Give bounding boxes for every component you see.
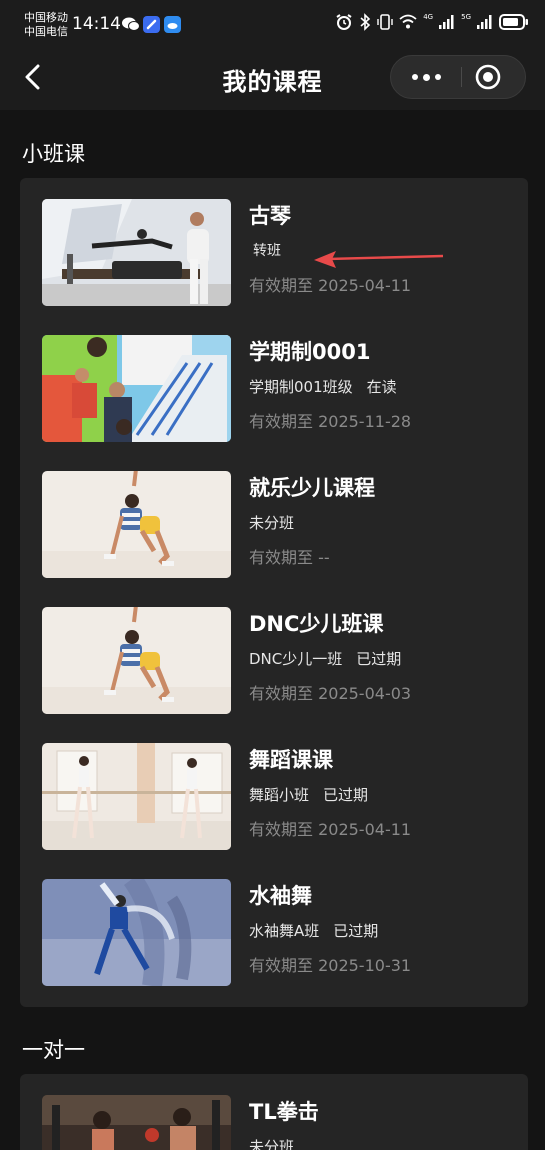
more-icon-dot [434,74,441,80]
course-class: 舞蹈小班 已过期 [249,784,368,805]
course-thumbnail [42,335,231,442]
course-expiry: 有效期至 -- [249,548,330,567]
course-expiry: 有效期至 2025-04-03 [249,684,412,703]
course-class: 水袖舞A班 已过期 [249,920,378,941]
carrier-labels: 中国移动 中国电信 [24,11,68,39]
class-name: 未分班 [249,1138,295,1150]
signal-1-icon [439,15,454,29]
class-name: 未分班 [249,514,295,532]
wifi-icon [399,14,417,29]
course-item[interactable]: 古琴 转班 有效期至 2025-04-11 [20,199,528,335]
class-name: DNC少儿一班 [249,650,343,668]
course-name: 舞蹈课课 [249,748,333,772]
carrier-1: 中国移动 [24,11,68,24]
course-thumbnail [42,1095,231,1150]
vibrate-icon [377,14,393,30]
class-name: 水袖舞A班 [249,922,320,940]
course-name: TL拳击 [249,1100,319,1124]
course-class: 未分班 [249,512,294,533]
course-expiry: 有效期至 2025-10-31 [249,956,412,975]
more-icon-dot [422,73,430,81]
battery-icon [499,14,528,30]
mini-program-capsule [390,55,526,99]
course-item[interactable]: 就乐少儿课程 未分班 有效期至 -- [20,471,528,607]
course-name: 学期制0001 [249,340,371,364]
alarm-icon [336,14,352,30]
signal-2-icon [477,15,492,29]
course-class: DNC少儿一班 已过期 [249,648,401,669]
course-item[interactable]: 学期制0001 学期制001班级 在读 有效期至 2025-11-28 [20,335,528,471]
course-class: 转班 [249,240,281,260]
course-status: 已过期 [356,650,402,668]
class-name: 舞蹈小班 [249,786,310,804]
course-expiry: 有效期至 2025-04-11 [249,276,412,295]
course-item[interactable]: 舞蹈课课 舞蹈小班 已过期 有效期至 2025-04-11 [20,743,528,879]
app-blue-icon [143,16,160,33]
one-on-one-card: TL拳击 未分班 [20,1074,528,1150]
section-title-small-class: 小班课 [22,142,85,166]
course-name: 水袖舞 [249,884,312,908]
course-thumbnail [42,743,231,850]
course-item[interactable]: 水袖舞 水袖舞A班 已过期 有效期至 2025-10-31 [20,879,528,1015]
course-expiry: 有效期至 2025-11-28 [249,412,412,431]
section-title-one-on-one: 一对一 [22,1038,85,1062]
nav-bar: 我的课程 [0,48,545,110]
class-name: 学期制001班级 [249,378,353,396]
course-thumbnail [42,199,231,306]
course-thumbnail [42,879,231,986]
class-name: 转班 [253,243,281,259]
net-label-2: 5G [461,12,471,21]
course-status: 在读 [366,378,397,396]
small-class-card: 古琴 转班 有效期至 2025-04-11 学期制0001 学期制001班级 在… [20,178,528,1007]
status-bar: 中国移动 中国电信 14:14 4G 5G [0,0,545,48]
course-status: 已过期 [323,786,369,804]
course-name: 就乐少儿课程 [249,476,375,500]
more-button[interactable] [391,56,461,98]
cloud-app-icon [164,16,181,33]
capsule-divider [461,67,462,87]
status-icons: 4G 5G [335,13,529,31]
annotation-arrow-icon [314,251,444,268]
net-label-1: 4G [423,12,434,21]
course-class: 学期制001班级 在读 [249,376,397,397]
course-name: 古琴 [249,204,291,228]
bluetooth-icon [360,13,371,31]
course-thumbnail [42,607,231,714]
close-target-icon[interactable] [475,64,501,90]
course-status: 已过期 [333,922,379,940]
clock: 14:14 [72,14,121,34]
course-item[interactable]: DNC少儿班课 DNC少儿一班 已过期 有效期至 2025-04-03 [20,607,528,743]
course-expiry: 有效期至 2025-04-11 [249,820,412,839]
course-name: DNC少儿班课 [249,612,384,636]
more-icon [411,74,418,80]
wechat-icon [122,17,140,31]
course-item[interactable]: TL拳击 未分班 [20,1095,528,1150]
carrier-2: 中国电信 [24,25,68,38]
course-class: 未分班 [249,1136,294,1150]
course-thumbnail [42,471,231,578]
